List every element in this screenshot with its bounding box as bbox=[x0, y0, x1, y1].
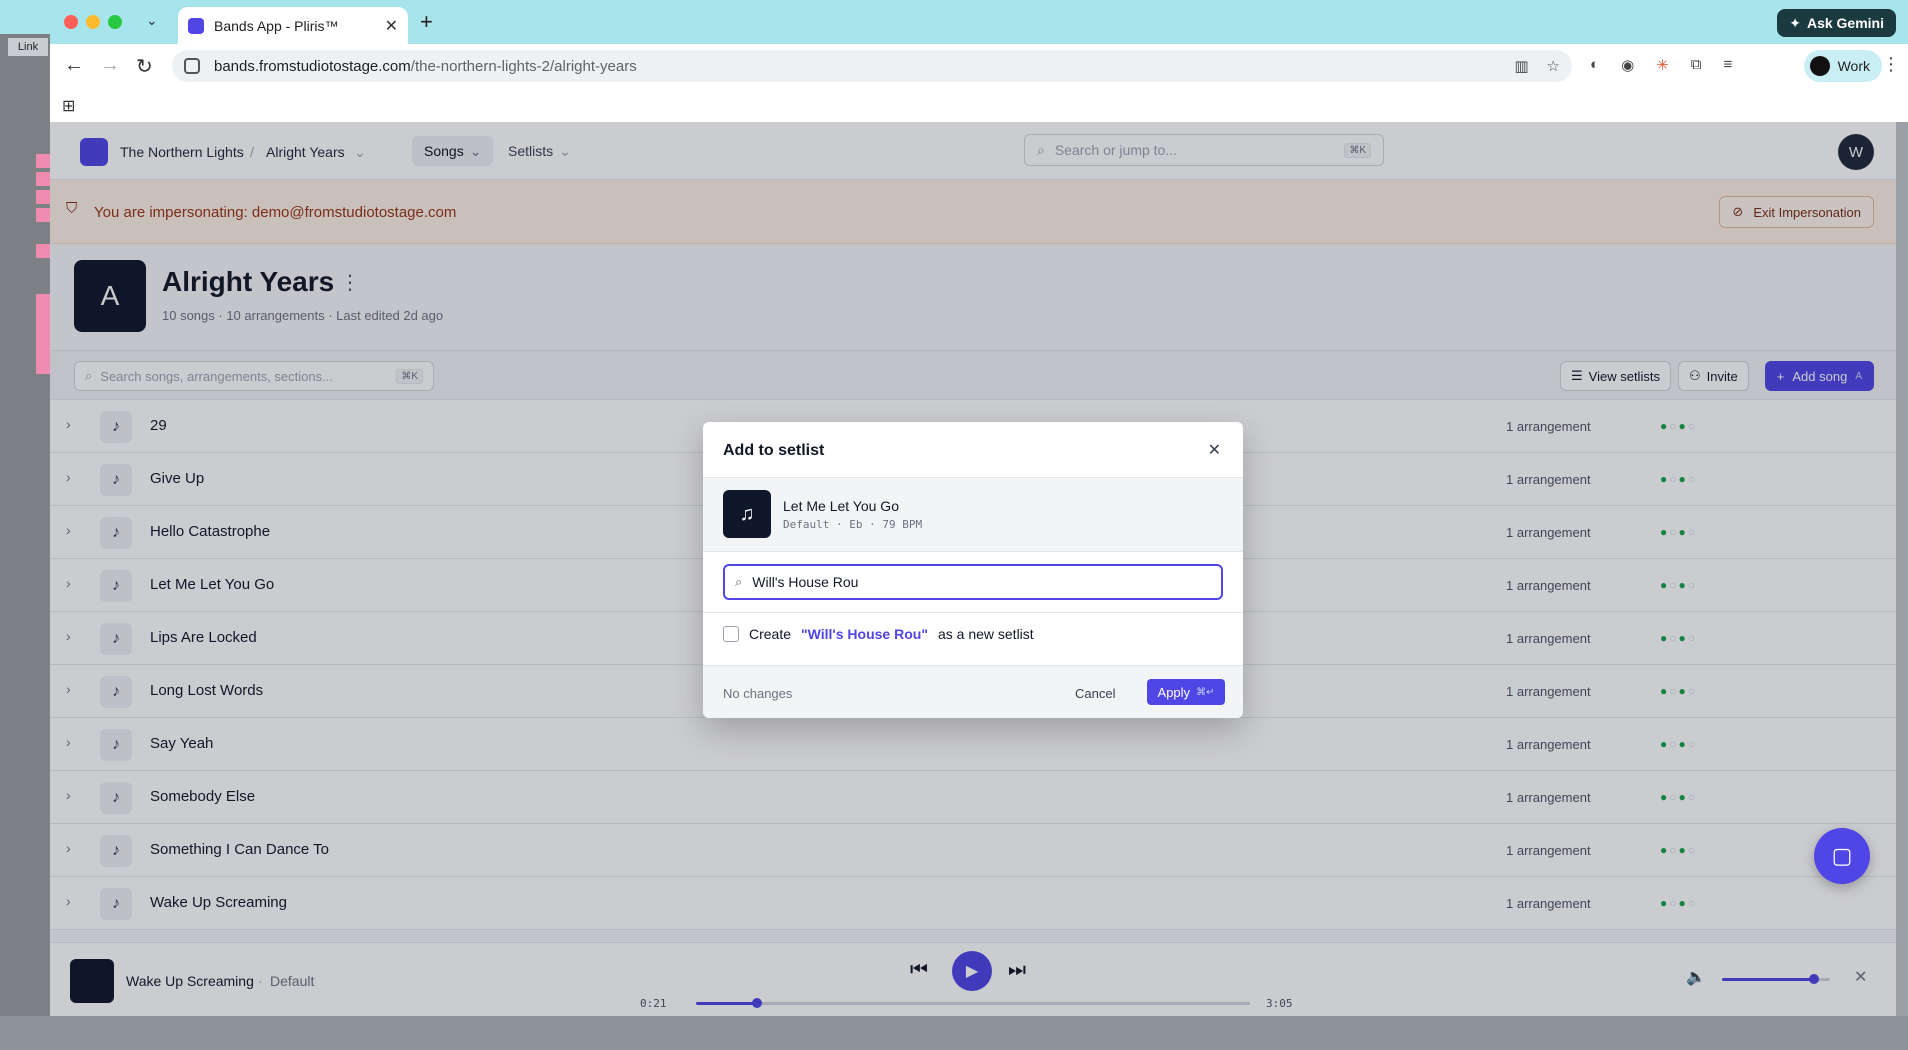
apps-grid-icon[interactable]: ⊞ bbox=[62, 96, 75, 116]
create-prefix: Create bbox=[749, 626, 792, 642]
camera-icon[interactable]: ◉ bbox=[1621, 56, 1634, 74]
change-status: No changes bbox=[723, 686, 793, 701]
extensions-area: ◐ ◉ ✳ ⧉ ≡ bbox=[1590, 56, 1732, 74]
minimize-window-button[interactable] bbox=[86, 15, 100, 29]
chat-bubble-icon: ▢ bbox=[1831, 843, 1853, 868]
new-setlist-name: "Will's House Rou" bbox=[801, 626, 928, 642]
daw-background-strip: Link bbox=[0, 34, 50, 1050]
search-icon: ⌕ bbox=[735, 574, 743, 589]
daw-bottom-bar bbox=[0, 1016, 1908, 1050]
close-window-button[interactable] bbox=[64, 15, 78, 29]
url-path: /the-northern-lights-2/alright-years bbox=[410, 57, 637, 75]
daw-clip bbox=[36, 244, 50, 258]
daw-clip bbox=[36, 172, 50, 186]
reading-mode-icon[interactable]: ▥ bbox=[1514, 57, 1528, 75]
profile-avatar bbox=[1809, 56, 1830, 76]
extension-burst-icon[interactable]: ✳ bbox=[1656, 56, 1669, 74]
dialog-header: Add to setlist ✕ bbox=[703, 422, 1243, 478]
media-queue-icon[interactable]: ≡ bbox=[1723, 56, 1732, 74]
back-arrow-icon[interactable]: ← bbox=[64, 54, 84, 77]
close-icon[interactable]: ✕ bbox=[1208, 440, 1221, 460]
browser-tab[interactable]: Bands App - Pliris™ ✕ bbox=[178, 7, 408, 44]
add-to-setlist-dialog: Add to setlist ✕ ♫ Let Me Let You Go Def… bbox=[703, 422, 1243, 718]
create-suffix: as a new setlist bbox=[937, 626, 1034, 642]
cancel-button[interactable]: Cancel bbox=[1075, 686, 1115, 701]
music-note-icon: ♫ bbox=[723, 490, 771, 538]
divider bbox=[703, 612, 1243, 613]
new-tab-button[interactable]: + bbox=[420, 9, 433, 35]
dialog-title: Add to setlist bbox=[723, 442, 825, 459]
selected-song-title: Let Me Let You Go bbox=[783, 498, 899, 514]
create-setlist-option[interactable]: Create "Will's House Rou" as a new setli… bbox=[723, 626, 1034, 642]
ask-gemini-button[interactable]: ✦ Ask Gemini bbox=[1777, 9, 1896, 37]
maximize-window-button[interactable] bbox=[108, 15, 122, 29]
browser-menu-icon[interactable]: ⋮ bbox=[1882, 54, 1900, 75]
extension-icon[interactable]: ◐ bbox=[1590, 56, 1599, 74]
browser-tab-bar: ⌄ Bands App - Pliris™ ✕ + ✦ Ask Gemini bbox=[0, 0, 1908, 44]
selected-song: ♫ Let Me Let You Go Default · Eb · 79 BP… bbox=[703, 478, 1243, 552]
ask-gemini-label: Ask Gemini bbox=[1806, 15, 1884, 31]
daw-link-button[interactable]: Link bbox=[8, 38, 48, 56]
tab-title: Bands App - Pliris™ bbox=[214, 17, 339, 34]
daw-clip bbox=[36, 190, 50, 204]
tab-close-icon[interactable]: ✕ bbox=[385, 16, 398, 36]
bookmark-star-icon[interactable]: ☆ bbox=[1547, 57, 1560, 75]
setlist-search-input[interactable] bbox=[752, 574, 1193, 590]
tab-search-chevron-icon[interactable]: ⌄ bbox=[146, 12, 158, 29]
favicon-icon bbox=[188, 17, 204, 34]
create-setlist-checkbox[interactable] bbox=[723, 626, 739, 642]
sparkle-icon: ✦ bbox=[1789, 14, 1801, 31]
profile-label: Work bbox=[1837, 58, 1870, 74]
daw-clip bbox=[36, 208, 50, 222]
profile-chip[interactable]: Work bbox=[1803, 50, 1882, 82]
daw-clip bbox=[36, 154, 50, 168]
apply-button[interactable]: Apply ⌘↵ bbox=[1147, 679, 1225, 705]
forward-arrow-icon[interactable]: → bbox=[100, 54, 120, 77]
site-settings-icon[interactable] bbox=[184, 58, 200, 74]
setlist-search-field[interactable]: ⌕ bbox=[723, 564, 1223, 600]
bookmarks-bar: ⊞ bbox=[0, 88, 1908, 122]
address-bar[interactable]: bands.fromstudiotostage.com /the-norther… bbox=[172, 50, 1572, 82]
dialog-footer: No changes Cancel Apply ⌘↵ bbox=[703, 665, 1243, 718]
puzzle-icon[interactable]: ⧉ bbox=[1691, 56, 1702, 74]
reload-icon[interactable]: ↻ bbox=[136, 54, 153, 79]
daw-clip bbox=[36, 294, 50, 374]
shortcut-hint: ⌘↵ bbox=[1196, 686, 1215, 698]
selected-song-meta: Default · Eb · 79 BPM bbox=[783, 518, 923, 531]
apply-label: Apply bbox=[1157, 684, 1191, 700]
bands-app: The Northern Lights / Alright Years ⌄ So… bbox=[50, 122, 1896, 1016]
chat-support-button[interactable]: ▢ bbox=[1814, 828, 1870, 884]
url-host: bands.fromstudiotostage.com bbox=[214, 57, 411, 75]
browser-toolbar: ← → ↻ bands.fromstudiotostage.com /the-n… bbox=[0, 44, 1908, 88]
